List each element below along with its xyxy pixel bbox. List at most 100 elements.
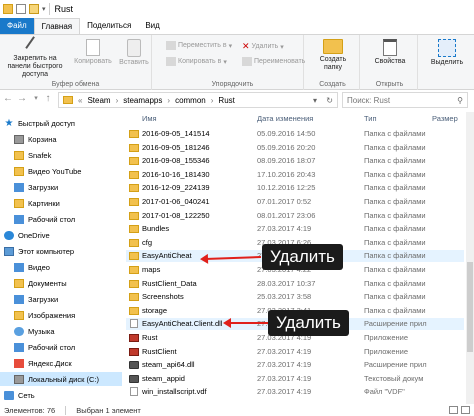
breadcrumb-common[interactable]: common [175,96,206,105]
nav-pc-images[interactable]: Изображения [14,308,75,322]
nav-network[interactable]: Сеть [4,388,35,402]
file-type: Приложение [364,333,408,342]
breadcrumb-steamapps[interactable]: steamapps [123,96,162,105]
recent-chevron-down-icon[interactable]: ▾ [30,94,42,102]
file-date: 28.03.2017 10:37 [257,278,316,288]
chevron-down-icon[interactable]: ▾ [42,5,46,13]
nav-item-label: Snafek [28,150,52,160]
title-bar: ▾ Rust [0,0,474,18]
column-header-date[interactable]: Дата изменения [257,112,313,126]
nav-quick-access[interactable]: ★ Быстрый доступ [4,116,75,130]
column-header-type[interactable]: Тип [364,112,377,126]
file-row[interactable]: win_installscript.vdf 27.03.2017 4:19 Файл… [126,386,464,398]
move-to-button[interactable]: Переместить в ▾ [166,41,232,50]
nav-pc-yandex-disk[interactable]: Яндекс.Диск [14,356,72,370]
video-icon [14,262,24,272]
nav-item-pictures[interactable]: Картинки [14,196,60,210]
breadcrumb-steam[interactable]: Steam [87,96,110,105]
file-type: Папка с файлами [364,305,426,315]
file-row[interactable]: 2017-01-08_122250 08.01.2017 23:06 Папка с… [126,210,464,222]
new-folder-quick-icon[interactable] [29,4,39,14]
chevron-right-icon[interactable]: › [116,96,119,105]
chevron-down-icon: ▾ [280,43,284,51]
back-arrow-icon[interactable]: ← [2,93,14,104]
file-date: 27.03.2017 4:19 [257,346,312,356]
file-row[interactable]: Screenshots 25.03.2017 3:58 Папка с файлам… [126,291,464,303]
address-bar[interactable]: « Steam › steamapps › common › Rust ▾ ↻ [58,92,338,108]
nav-pc-desktop[interactable]: Рабочий стол [14,340,75,354]
folder-icon [129,143,139,152]
file-date: 10.12.2016 12:25 [257,183,316,193]
forward-arrow-icon[interactable]: → [16,93,28,104]
search-icon: ⚲ [457,95,463,105]
tab-home[interactable]: Главная [33,18,81,34]
chevron-down-icon[interactable]: ▾ [313,96,317,105]
pin-quick-access-button[interactable]: Закрепить на панели быстрого доступа [4,36,66,79]
file-type: Папка с файлами [364,183,426,193]
folder-icon [129,170,139,179]
tab-view[interactable]: Вид [138,18,166,34]
nav-onedrive[interactable]: OneDrive [4,228,50,242]
yandex-disk-icon [14,358,24,368]
properties-quick-icon[interactable] [16,4,26,14]
file-row[interactable]: Bundles 27.03.2017 4:19 Папка с файлами [126,223,464,235]
file-row[interactable]: RustClient_Data 28.03.2017 10:37 Папка с ф… [126,278,464,290]
up-arrow-icon[interactable]: ↑ [42,93,54,104]
nav-pc-local-disk[interactable]: Локальный диск (C:) [0,372,122,386]
breadcrumb-rust[interactable]: Rust [218,96,234,105]
properties-icon [383,39,397,56]
file-row[interactable]: steam_api64.dll 27.03.2017 4:19 Расширение… [126,359,464,371]
new-folder-button[interactable]: Создать папку [310,39,356,72]
scrollbar-thumb[interactable] [467,262,473,352]
refresh-icon[interactable]: ↻ [326,96,333,105]
copy-to-button[interactable]: Копировать в ▾ [166,57,227,66]
file-type: Папка с файлами [364,129,426,138]
chevron-right-icon[interactable]: › [211,96,214,105]
nav-pc-videos[interactable]: Видео [14,260,50,274]
file-name: 2016-09-05_141514 [142,129,210,138]
file-name: storage [142,305,168,315]
file-row[interactable]: 2016-12-09_224139 10.12.2016 12:25 Папка с… [126,182,464,194]
breadcrumb-overflow-icon[interactable]: « [78,96,82,105]
nav-item-recycle-bin[interactable]: Корзина [14,132,57,146]
folder-icon [129,238,139,247]
tab-share[interactable]: Поделиться [80,18,138,34]
delete-button[interactable]: ✕ Удалить ▾ [242,41,284,52]
move-label: Переместить в [178,42,227,49]
file-row[interactable]: steam_appid 27.03.2017 4:19 Текстовый доку… [126,373,464,385]
nav-pc-documents[interactable]: Документы [14,276,67,290]
tab-file[interactable]: Файл [0,18,34,34]
nav-item-label: Загрузки [28,182,59,192]
file-row[interactable]: 2016-10-16_181430 17.10.2016 20:43 Папка с… [126,169,464,181]
nav-pc-downloads[interactable]: Загрузки [14,292,58,306]
file-row[interactable]: 2016-09-05_181246 05.09.2016 20:20 Папка с… [126,142,464,154]
nav-item-snafek[interactable]: Snafek [14,148,51,162]
file-row[interactable]: 2016-09-08_155346 08.09.2016 18:07 Папка с… [126,155,464,167]
file-row[interactable]: 2016-09-05_141514 05.09.2016 14:50 Папка с… [126,128,464,140]
details-view-icon[interactable] [449,406,458,414]
navigation-pane: ★ Быстрый доступ Корзина Snafek Видео Yo… [0,112,124,404]
column-header-name[interactable]: Имя [142,112,157,126]
vertical-scrollbar[interactable] [466,112,474,404]
chevron-right-icon[interactable]: › [167,96,170,105]
nav-item-label: Рабочий стол [28,214,76,224]
nav-pc-music[interactable]: Музыка [14,324,55,338]
rename-button[interactable]: Переименовать [242,57,305,66]
ribbon: Закрепить на панели быстрого доступа Коп… [0,34,474,90]
column-header-size[interactable]: Размер [432,112,458,126]
nav-this-pc[interactable]: Этот компьютер [4,244,74,258]
paste-button[interactable]: Вставить [116,39,152,67]
nav-item-downloads[interactable]: Загрузки [14,180,58,194]
nav-item-label: Музыка [28,326,55,336]
nav-item-label: Рабочий стол [28,342,76,352]
select-button[interactable]: Выделить [424,39,470,67]
copy-button[interactable]: Копировать [70,39,116,66]
nav-item-desktop[interactable]: Рабочий стол [14,212,75,226]
search-input[interactable]: Поиск: Rust ⚲ [342,92,468,108]
file-row[interactable]: 2017-01-06_040241 07.01.2017 0:52 Папка с … [126,196,464,208]
large-icons-view-icon[interactable] [461,406,470,414]
file-row[interactable]: RustClient 27.03.2017 4:19 Приложение [126,346,464,358]
file-date: 17.10.2016 20:43 [257,169,316,179]
nav-item-youtube-videos[interactable]: Видео YouTube [14,164,81,178]
properties-button[interactable]: Свойства [366,39,414,66]
